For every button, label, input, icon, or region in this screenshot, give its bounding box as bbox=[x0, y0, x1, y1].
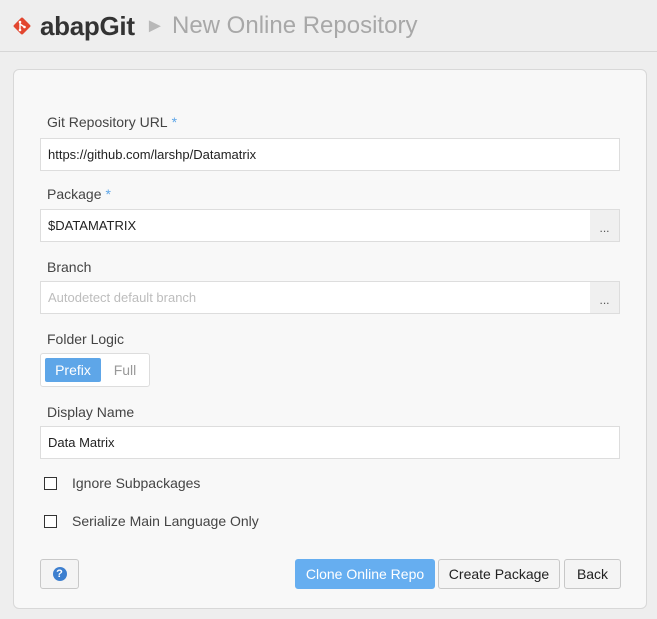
url-required-marker: * bbox=[171, 114, 178, 130]
main-language-only-label[interactable]: Serialize Main Language Only bbox=[72, 513, 259, 529]
branch-browse-button[interactable]: ... bbox=[590, 281, 620, 314]
git-logo-icon bbox=[13, 17, 31, 35]
url-label: Git Repository URL * bbox=[47, 114, 177, 130]
folder-logic-full-option[interactable]: Full bbox=[103, 358, 147, 382]
package-label: Package * bbox=[47, 186, 111, 202]
back-button[interactable]: Back bbox=[564, 559, 621, 589]
folder-logic-label: Folder Logic bbox=[47, 331, 125, 347]
breadcrumb-separator: ► bbox=[145, 15, 165, 37]
folder-logic-prefix-option[interactable]: Prefix bbox=[45, 358, 101, 382]
branch-input[interactable] bbox=[40, 281, 591, 314]
create-package-button[interactable]: Create Package bbox=[438, 559, 560, 589]
help-circle-icon: ? bbox=[52, 567, 67, 581]
ignore-subpackages-label[interactable]: Ignore Subpackages bbox=[72, 475, 200, 491]
package-label-text: Package bbox=[47, 186, 102, 202]
brand-name: abapGit bbox=[40, 11, 135, 41]
page-header: abapGit ► New Online Repository bbox=[0, 0, 657, 52]
ignore-subpackages-checkbox[interactable] bbox=[44, 477, 57, 490]
url-label-text: Git Repository URL bbox=[47, 114, 168, 130]
package-browse-button[interactable]: ... bbox=[590, 209, 620, 242]
display-name-label: Display Name bbox=[47, 404, 135, 420]
help-button[interactable]: ? bbox=[40, 559, 79, 589]
page-title: New Online Repository bbox=[172, 12, 418, 39]
clone-online-repo-button[interactable]: Clone Online Repo bbox=[295, 559, 435, 589]
git-repository-url-input[interactable] bbox=[40, 138, 620, 171]
package-input[interactable] bbox=[40, 209, 591, 242]
main-language-only-checkbox[interactable] bbox=[44, 515, 57, 528]
package-required-marker: * bbox=[105, 186, 111, 202]
folder-logic-toggle: Prefix Full bbox=[40, 353, 150, 387]
branch-label: Branch bbox=[47, 259, 92, 275]
display-name-input[interactable] bbox=[40, 426, 620, 459]
